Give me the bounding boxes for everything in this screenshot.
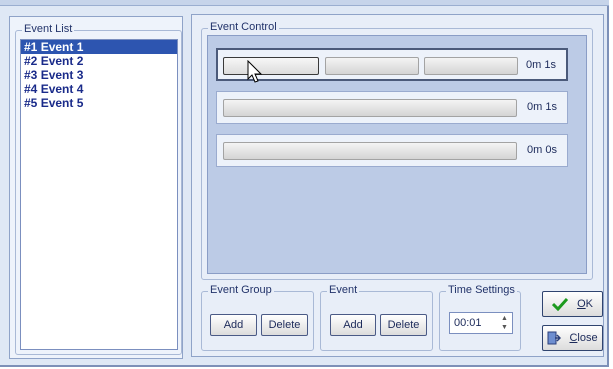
event-control-row[interactable]: 0m 1s — [216, 48, 568, 81]
event-label: Event 1 — [40, 40, 84, 54]
event-list-item[interactable]: #2 Event 2 — [21, 54, 177, 68]
event-label: Event 2 — [40, 54, 84, 68]
event-delete-button[interactable]: Delete — [380, 314, 427, 336]
event-label-group: Event — [327, 284, 360, 296]
hand-pointer-icon — [247, 60, 263, 83]
row-duration: 0m 0s — [527, 144, 557, 156]
close-label: Close — [569, 332, 598, 344]
check-icon — [552, 298, 569, 312]
exit-door-icon — [547, 331, 562, 345]
time-settings-label: Time Settings — [446, 284, 517, 296]
row-duration: 0m 1s — [526, 59, 556, 71]
event-number: #5 — [24, 96, 38, 110]
event-control-row[interactable]: 0m 0s — [216, 134, 568, 167]
event-label: Event 3 — [40, 68, 84, 82]
event-list-item[interactable]: #1 Event 1 — [21, 40, 177, 54]
event-number: #2 — [24, 54, 38, 68]
event-group-label: Event Group — [208, 284, 274, 296]
event-list-item[interactable]: #3 Event 3 — [21, 68, 177, 82]
event-group-add-button[interactable]: Add — [210, 314, 257, 336]
event-number: #1 — [24, 40, 38, 54]
event-number: #3 — [24, 68, 38, 82]
ok-button[interactable]: OK — [542, 291, 603, 317]
event-list-item[interactable]: #4 Event 4 — [21, 82, 177, 96]
event-list-label: Event List — [22, 23, 75, 35]
event-label: Event 4 — [40, 82, 84, 96]
event-add-button[interactable]: Add — [330, 314, 376, 336]
event-control-row[interactable]: 0m 1s — [216, 91, 568, 124]
ok-label: OK — [577, 298, 593, 310]
timeline-segment[interactable] — [424, 57, 518, 75]
spin-up-icon[interactable]: ▲ — [498, 314, 511, 323]
title-bar-edge — [0, 0, 609, 6]
timeline-segment[interactable] — [223, 99, 517, 117]
timeline-segment[interactable] — [325, 57, 419, 75]
time-spinner[interactable]: 00:01 ▲ ▼ — [449, 312, 513, 334]
spin-down-icon[interactable]: ▼ — [498, 323, 511, 332]
event-control-label: Event Control — [208, 21, 279, 33]
timeline-segment[interactable] — [223, 142, 517, 160]
event-list-item[interactable]: #5 Event 5 — [21, 96, 177, 110]
event-label: Event 5 — [40, 96, 84, 110]
timeline-segment[interactable] — [223, 57, 319, 75]
event-group-delete-button[interactable]: Delete — [261, 314, 308, 336]
time-value: 00:01 — [454, 317, 482, 329]
row-duration: 0m 1s — [527, 101, 557, 113]
event-number: #4 — [24, 82, 38, 96]
close-button[interactable]: Close — [542, 325, 603, 351]
main-window: Event List #1 Event 1 #2 Event 2 #3 Even… — [0, 0, 609, 367]
event-list[interactable]: #1 Event 1 #2 Event 2 #3 Event 3 #4 Even… — [20, 39, 178, 350]
